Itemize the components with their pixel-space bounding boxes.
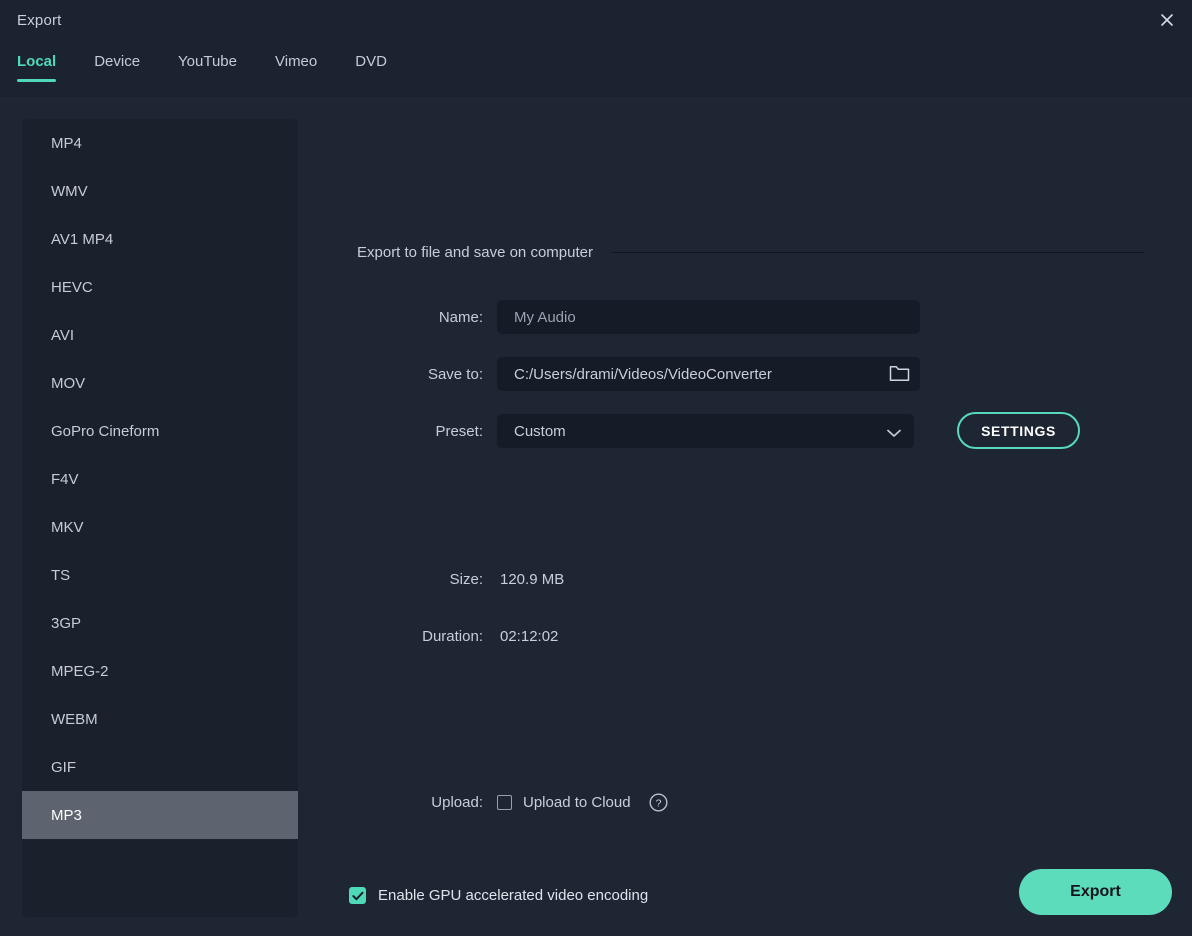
format-item-mov[interactable]: MOV xyxy=(22,359,298,407)
export-dialog-body: MP4 WMV AV1 MP4 HEVC AVI MOV GoPro Cinef… xyxy=(0,99,1192,936)
gpu-acceleration-row: Enable GPU accelerated video encoding xyxy=(349,887,648,904)
tab-vimeo-label: Vimeo xyxy=(275,53,317,70)
format-item-f4v[interactable]: F4V xyxy=(22,455,298,503)
export-button-label: Export xyxy=(1070,883,1121,901)
tab-local-label: Local xyxy=(17,53,56,70)
window-title: Export xyxy=(17,12,62,29)
duration-value: 02:12:02 xyxy=(497,628,558,645)
section-header: Export to file and save on computer xyxy=(357,244,1144,261)
format-label: TS xyxy=(51,567,70,584)
tab-dvd[interactable]: DVD xyxy=(355,53,387,82)
upload-to-cloud-label[interactable]: Upload to Cloud xyxy=(523,794,631,811)
format-item-webm[interactable]: WEBM xyxy=(22,695,298,743)
size-label: Size: xyxy=(320,571,497,588)
format-item-3gp[interactable]: 3GP xyxy=(22,599,298,647)
section-title: Export to file and save on computer xyxy=(357,244,593,261)
format-label: MOV xyxy=(51,375,85,392)
format-list-sidebar[interactable]: MP4 WMV AV1 MP4 HEVC AVI MOV GoPro Cinef… xyxy=(22,119,298,917)
check-icon xyxy=(352,891,364,901)
format-item-av1-mp4[interactable]: AV1 MP4 xyxy=(22,215,298,263)
preset-label: Preset: xyxy=(320,423,497,440)
duration-label: Duration: xyxy=(320,628,497,645)
format-label: WMV xyxy=(51,183,88,200)
preset-row: Preset: Custom SETTINGS xyxy=(320,414,914,448)
format-item-ts[interactable]: TS xyxy=(22,551,298,599)
format-label: 3GP xyxy=(51,615,81,632)
format-item-mp3[interactable]: MP3 xyxy=(22,791,298,839)
section-divider xyxy=(611,252,1144,253)
gpu-acceleration-checkbox[interactable] xyxy=(349,887,366,904)
tab-device[interactable]: Device xyxy=(94,53,140,82)
format-item-gopro-cineform[interactable]: GoPro Cineform xyxy=(22,407,298,455)
name-row: Name: My Audio xyxy=(320,300,920,334)
export-target-tabs: Local Device YouTube Vimeo DVD xyxy=(0,41,1192,99)
window-titlebar: Export xyxy=(0,0,1192,41)
upload-to-cloud-checkbox[interactable] xyxy=(497,795,512,810)
format-item-gif[interactable]: GIF xyxy=(22,743,298,791)
save-to-row: Save to: C:/Users/drami/Videos/VideoConv… xyxy=(320,357,920,391)
export-button[interactable]: Export xyxy=(1019,869,1172,915)
chevron-down-icon xyxy=(887,429,901,438)
save-to-label: Save to: xyxy=(320,366,497,383)
name-input[interactable]: My Audio xyxy=(497,300,920,334)
tab-youtube[interactable]: YouTube xyxy=(178,53,237,82)
close-icon xyxy=(1159,12,1175,28)
tab-youtube-label: YouTube xyxy=(178,53,237,70)
name-label: Name: xyxy=(320,309,497,326)
format-label: GoPro Cineform xyxy=(51,423,159,440)
save-to-path-value: C:/Users/drami/Videos/VideoConverter xyxy=(497,366,772,383)
upload-help-button[interactable]: ? xyxy=(649,793,668,812)
duration-row: Duration: 02:12:02 xyxy=(320,628,558,645)
format-label: HEVC xyxy=(51,279,93,296)
format-item-hevc[interactable]: HEVC xyxy=(22,263,298,311)
upload-row: Upload: Upload to Cloud ? xyxy=(320,793,668,812)
format-label: AV1 MP4 xyxy=(51,231,113,248)
tab-vimeo[interactable]: Vimeo xyxy=(275,53,317,82)
save-to-input[interactable]: C:/Users/drami/Videos/VideoConverter xyxy=(497,357,920,391)
gpu-acceleration-label[interactable]: Enable GPU accelerated video encoding xyxy=(378,887,648,904)
format-item-mpeg-2[interactable]: MPEG-2 xyxy=(22,647,298,695)
tab-local[interactable]: Local xyxy=(17,53,56,82)
preset-dropdown-toggle[interactable] xyxy=(887,425,901,443)
upload-label: Upload: xyxy=(320,794,497,811)
format-item-mkv[interactable]: MKV xyxy=(22,503,298,551)
preset-select[interactable]: Custom xyxy=(497,414,914,448)
format-label: MP4 xyxy=(51,135,82,152)
format-label: F4V xyxy=(51,471,79,488)
settings-button-label: SETTINGS xyxy=(981,423,1056,439)
browse-folder-button[interactable] xyxy=(889,364,910,383)
help-circle-icon: ? xyxy=(649,793,668,812)
tab-device-label: Device xyxy=(94,53,140,70)
format-label: MKV xyxy=(51,519,84,536)
format-label: MP3 xyxy=(51,807,82,824)
format-label: WEBM xyxy=(51,711,98,728)
format-item-mp4[interactable]: MP4 xyxy=(22,119,298,167)
format-label: GIF xyxy=(51,759,76,776)
close-button[interactable] xyxy=(1150,4,1184,36)
name-input-value: My Audio xyxy=(497,309,576,326)
format-item-wmv[interactable]: WMV xyxy=(22,167,298,215)
folder-icon xyxy=(889,364,910,383)
tab-dvd-label: DVD xyxy=(355,53,387,70)
format-label: MPEG-2 xyxy=(51,663,109,680)
svg-text:?: ? xyxy=(655,798,661,810)
size-value: 120.9 MB xyxy=(497,571,564,588)
export-settings-panel: Export to file and save on computer Name… xyxy=(320,99,1192,936)
settings-button[interactable]: SETTINGS xyxy=(957,412,1080,449)
format-item-avi[interactable]: AVI xyxy=(22,311,298,359)
size-row: Size: 120.9 MB xyxy=(320,571,564,588)
format-label: AVI xyxy=(51,327,74,344)
preset-selected-value: Custom xyxy=(497,423,566,440)
